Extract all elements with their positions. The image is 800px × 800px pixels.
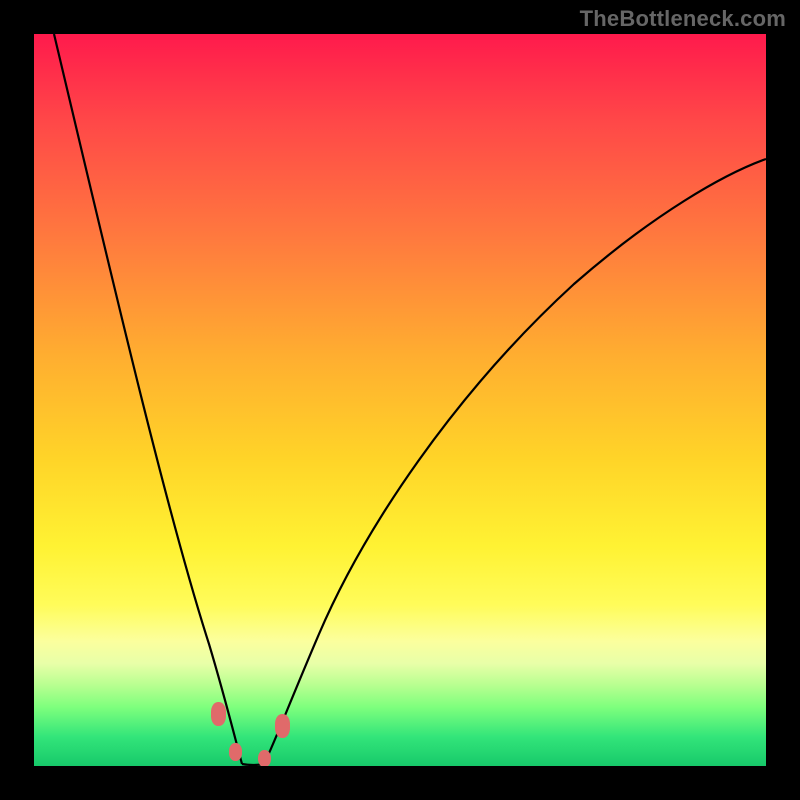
chart-plot-area <box>34 34 766 766</box>
curve-marker-left-lower <box>229 743 242 761</box>
curve-right-branch <box>264 159 766 764</box>
curve-marker-right-upper <box>275 714 290 738</box>
curve-left-branch <box>54 34 242 764</box>
curve-marker-left-upper <box>211 702 226 726</box>
bottleneck-curve-svg <box>34 34 766 766</box>
curve-marker-right-lower <box>258 750 271 766</box>
watermark-text: TheBottleneck.com <box>580 6 786 32</box>
